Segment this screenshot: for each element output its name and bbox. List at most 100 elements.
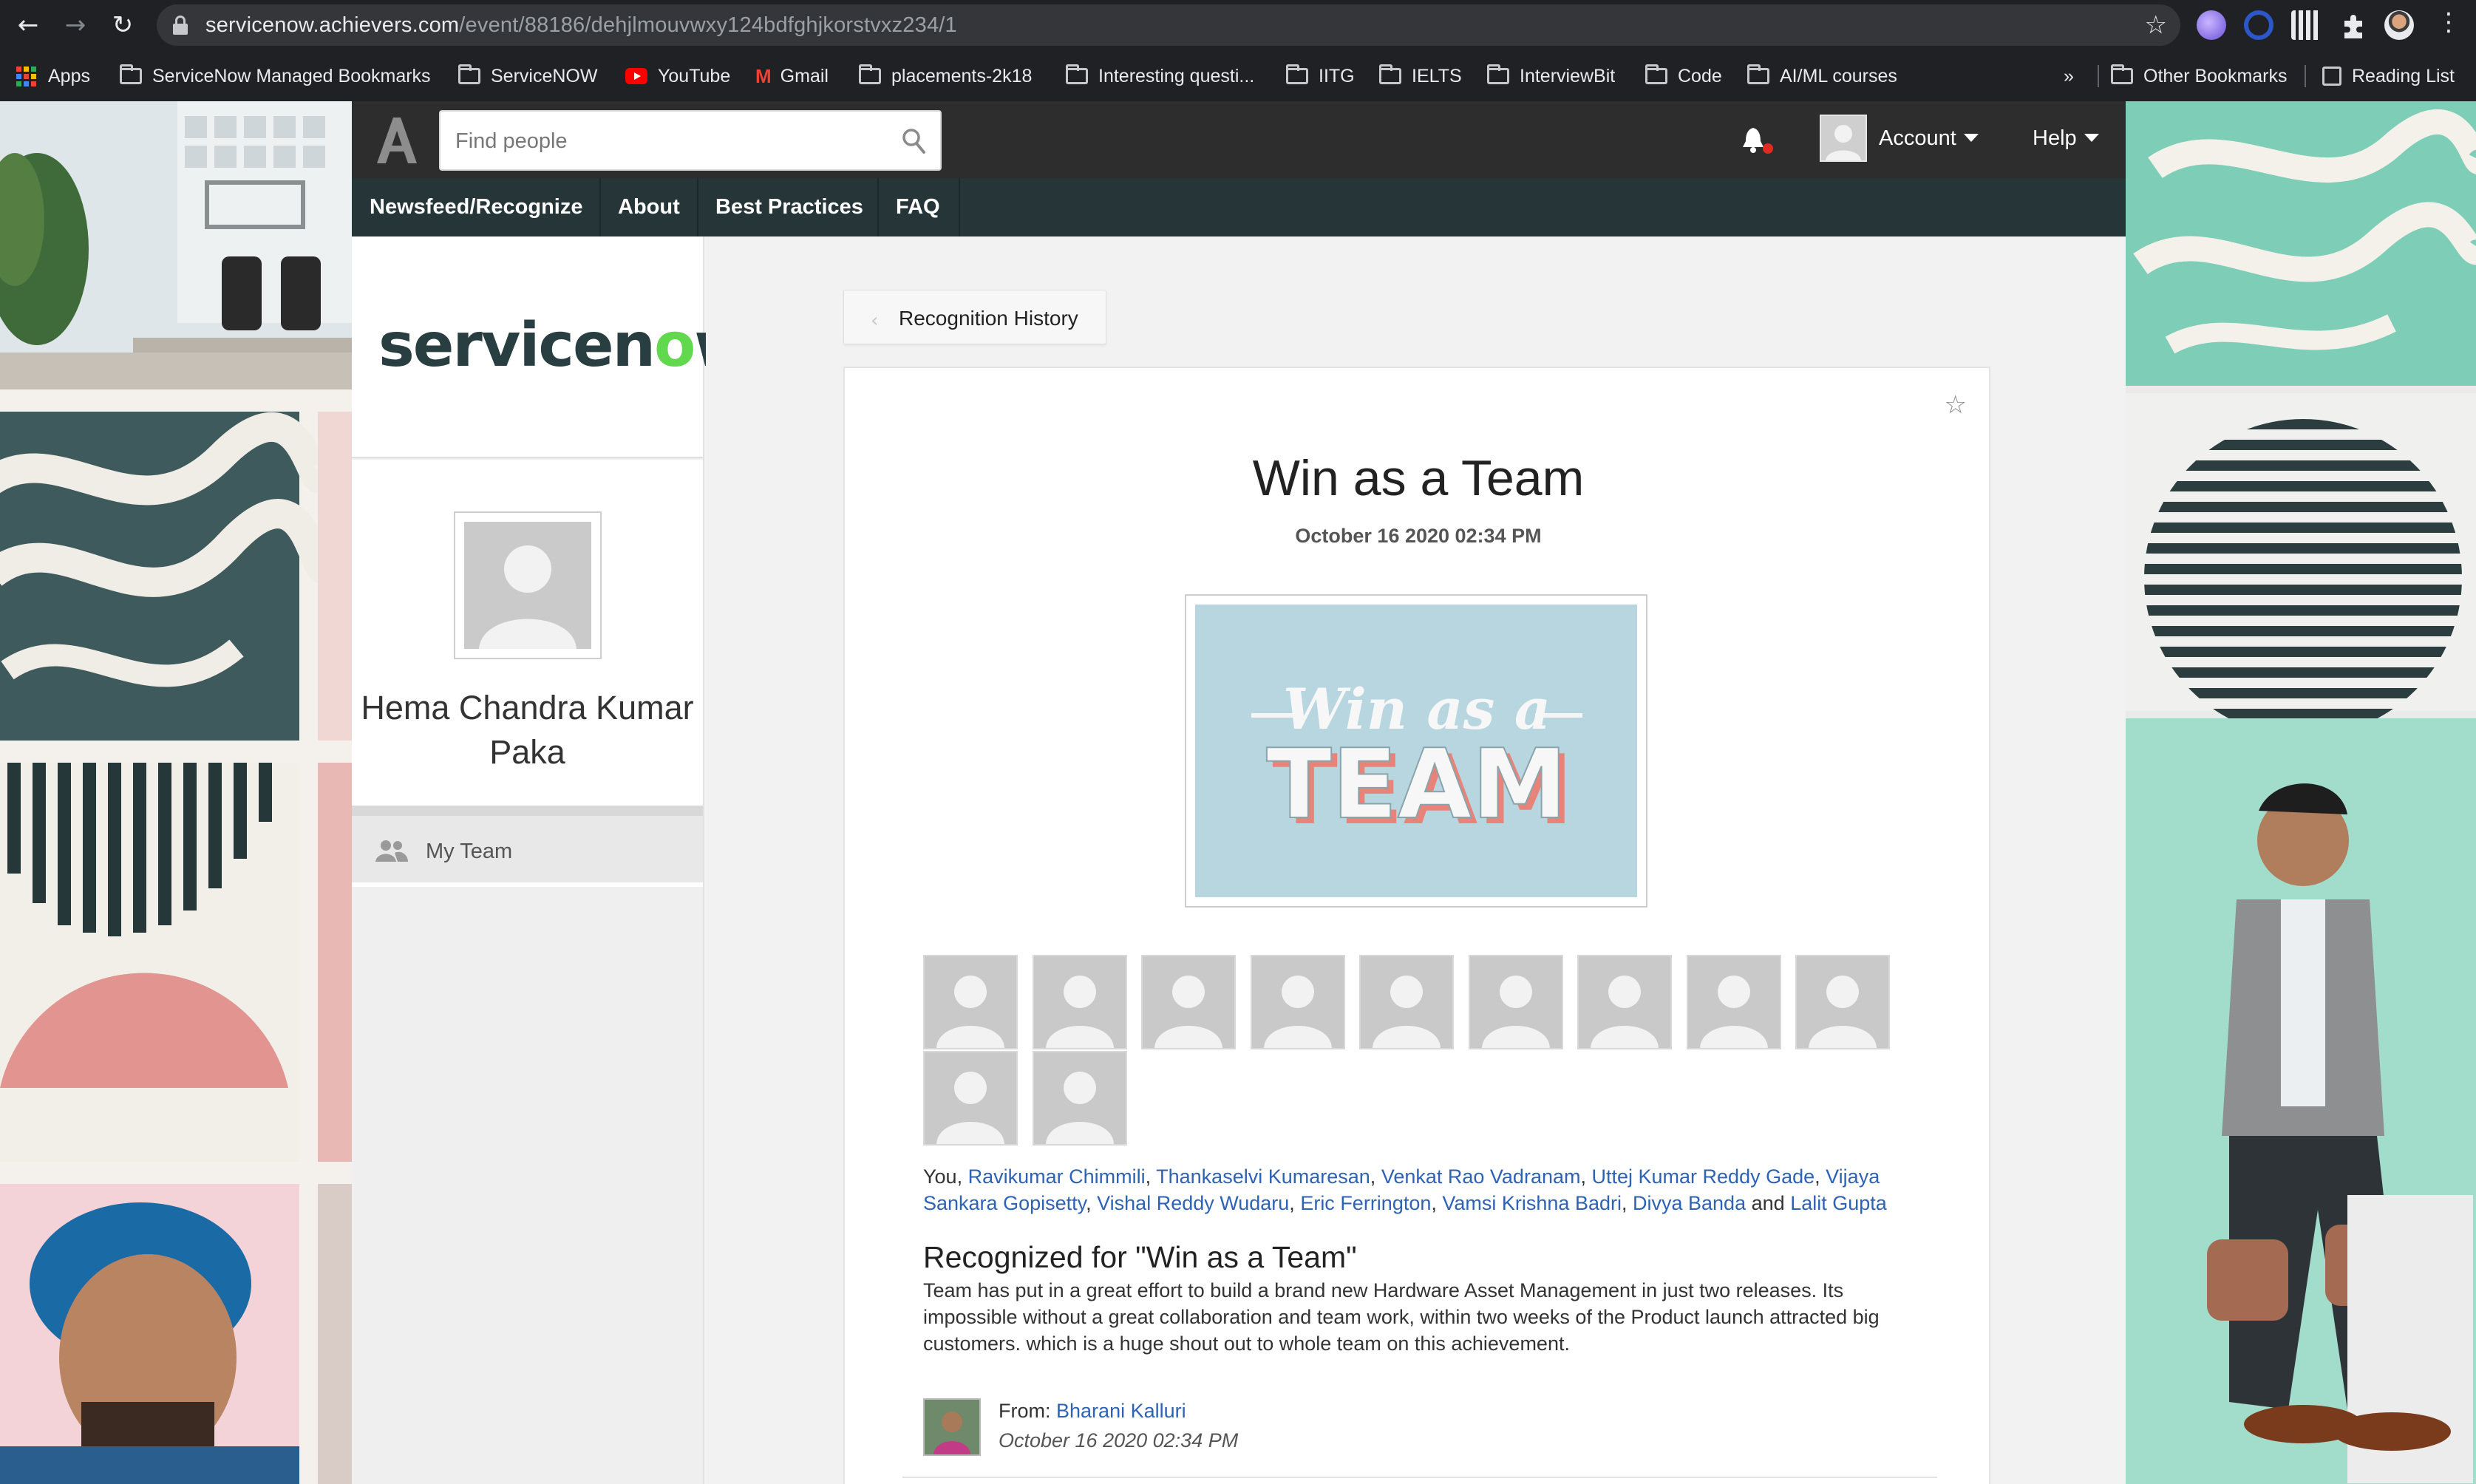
bookmark-youtube[interactable]: YouTube <box>625 64 730 89</box>
recipient-link[interactable]: Vishal Reddy Wudaru <box>1097 1192 1289 1214</box>
favorite-star-icon[interactable]: ☆ <box>1945 390 1967 420</box>
bookmarks-overflow-button[interactable]: » <box>2064 64 2074 89</box>
sidebar-item-my-team[interactable]: My Team <box>352 816 703 887</box>
help-menu[interactable]: Help <box>2033 126 2099 151</box>
account-label: Account <box>1879 126 1956 150</box>
nav-about[interactable]: About <box>618 178 680 236</box>
profile-summary: Hema Chandra Kumar Paka <box>352 460 703 806</box>
sender-link[interactable]: Bharani Kalluri <box>1056 1400 1186 1422</box>
folder-icon <box>120 64 142 84</box>
profile-avatar-icon[interactable] <box>2384 10 2414 40</box>
achievers-logo-icon[interactable] <box>375 116 418 165</box>
sidebar-item-label: My Team <box>426 840 513 863</box>
recipient-link[interactable]: Divya Banda <box>1633 1192 1746 1214</box>
bookmark-label: Apps <box>48 65 90 86</box>
bookmark-reading-list[interactable]: Reading List <box>2322 64 2455 89</box>
bookmark-label: ServiceNow Managed Bookmarks <box>152 65 431 86</box>
award-badge: Win as a TEAM TEAM <box>1185 594 1647 908</box>
account-menu[interactable]: Account <box>1879 126 1979 151</box>
search-icon[interactable] <box>902 128 925 154</box>
lock-icon[interactable] <box>173 16 188 35</box>
recipient-link[interactable]: Lalit Gupta <box>1790 1192 1887 1214</box>
recipient-link[interactable]: Venkat Rao Vadranam <box>1381 1165 1581 1188</box>
office-collage-image <box>2126 101 2476 1484</box>
reload-icon[interactable]: ↻ <box>106 9 139 41</box>
bookmark-label: Code <box>1678 65 1722 86</box>
recipient-link[interactable]: Thankaselvi Kumaresan <box>1156 1165 1370 1188</box>
recipient-avatar[interactable] <box>1577 955 1672 1049</box>
recipient-avatar[interactable] <box>1686 955 1781 1049</box>
overflow-chevron-icon: » <box>2064 65 2074 86</box>
bookmark-other-bookmarks[interactable]: Other Bookmarks <box>2111 64 2288 89</box>
search-input[interactable] <box>455 126 884 156</box>
recipient-link[interactable]: Eric Ferrington <box>1300 1192 1431 1214</box>
gmail-icon: M <box>755 64 772 87</box>
win-as-a-team-badge-image: Win as a TEAM TEAM <box>1195 605 1637 897</box>
person-silhouette-icon <box>464 522 591 649</box>
bookmark-interviewbit[interactable]: InterviewBit <box>1487 64 1615 89</box>
recipient-avatar[interactable] <box>1250 955 1345 1049</box>
recipient-link[interactable]: Vamsi Krishna Badri <box>1442 1192 1622 1214</box>
bookmark-code[interactable]: Code <box>1645 64 1722 89</box>
bookmark-interesting-questions[interactable]: Interesting questi... <box>1066 64 1254 89</box>
recognition-date: October 16 2020 02:34 PM <box>1295 525 1542 547</box>
bookmarks-divider <box>2305 65 2306 87</box>
profile-card: Hema Chandra Kumar Paka My Team <box>352 460 703 1044</box>
folder-icon <box>1645 64 1667 84</box>
recipient-avatar[interactable] <box>1468 955 1563 1049</box>
bookmark-label: AI/ML courses <box>1780 65 1897 86</box>
bookmark-star-icon[interactable]: ☆ <box>2145 10 2167 40</box>
bookmark-servicenow[interactable]: ServiceNOW <box>458 64 597 89</box>
folder-icon <box>2111 64 2133 84</box>
brand-text-accent: o <box>654 310 695 381</box>
team-people-icon <box>375 840 408 862</box>
bookmark-aiml-courses[interactable]: AI/ML courses <box>1747 64 1897 89</box>
left-decorative-wall <box>0 101 352 1484</box>
extension-ring-icon[interactable] <box>2244 10 2273 40</box>
sidebar-divider <box>352 806 703 816</box>
recipient-avatar[interactable] <box>923 955 1018 1049</box>
qr-code-icon[interactable] <box>2291 10 2321 40</box>
recipient-avatar[interactable] <box>1032 955 1127 1049</box>
account-avatar[interactable] <box>1820 115 1867 162</box>
recipient-avatar[interactable] <box>1141 955 1236 1049</box>
bookmark-label: Interesting questi... <box>1098 65 1255 86</box>
sender-avatar[interactable] <box>923 1398 981 1456</box>
recipient-avatar[interactable] <box>923 1051 1018 1146</box>
extension-purple-icon[interactable] <box>2197 10 2226 40</box>
from-label: From: <box>999 1400 1051 1422</box>
help-label: Help <box>2033 126 2077 150</box>
bookmark-apps[interactable]: Apps <box>16 64 90 89</box>
recipient-avatar[interactable] <box>1795 955 1890 1049</box>
bookmark-label: ServiceNOW <box>491 65 598 86</box>
omnibox[interactable]: servicenow.achievers.com/event/88186/deh… <box>157 4 2180 46</box>
caret-down-icon <box>1963 134 1979 142</box>
profile-avatar[interactable] <box>454 511 602 659</box>
bookmark-servicenow-managed[interactable]: ServiceNow Managed Bookmarks <box>120 64 431 89</box>
bookmark-gmail[interactable]: M Gmail <box>755 64 829 89</box>
url-text[interactable]: servicenow.achievers.com/event/88186/deh… <box>205 13 957 38</box>
recipient-avatar[interactable] <box>1032 1051 1127 1146</box>
recognition-title: Win as a Team <box>1252 450 1585 506</box>
back-arrow-icon[interactable]: ← <box>12 9 44 41</box>
bookmark-iitg[interactable]: IITG <box>1286 64 1355 89</box>
recipient-avatar[interactable] <box>1359 955 1454 1049</box>
recipient-link[interactable]: Ravikumar Chimmili <box>968 1165 1146 1188</box>
recognition-card: ☆ Win as a Team October 16 2020 02:34 PM… <box>843 367 1990 1484</box>
right-decorative-wall <box>2126 101 2476 1484</box>
profile-name[interactable]: Hema Chandra Kumar Paka <box>352 686 703 775</box>
bookmarks-bar: Apps ServiceNow Managed Bookmarks Servic… <box>0 50 2476 101</box>
forward-arrow-icon[interactable]: → <box>59 9 92 41</box>
notification-bell-icon[interactable] <box>1740 123 1775 156</box>
nav-best-practices[interactable]: Best Practices <box>715 178 863 236</box>
extensions-puzzle-icon[interactable] <box>2339 10 2368 40</box>
bookmark-placements[interactable]: placements-2k18 <box>859 64 1032 89</box>
profile-sidebar: servicenow Hema Chandra Kumar Paka My Te… <box>352 236 750 1484</box>
recipient-link[interactable]: Uttej Kumar Reddy Gade <box>1592 1165 1815 1188</box>
nav-faq[interactable]: FAQ <box>896 178 940 236</box>
nav-newsfeed-recognize[interactable]: Newsfeed/Recognize <box>370 178 582 236</box>
find-people-search[interactable] <box>439 110 942 171</box>
menu-dots-icon[interactable]: ⋮ <box>2436 7 2461 37</box>
bookmark-ielts[interactable]: IELTS <box>1379 64 1462 89</box>
recognition-history-button[interactable]: ‹ Recognition History <box>843 290 1106 344</box>
